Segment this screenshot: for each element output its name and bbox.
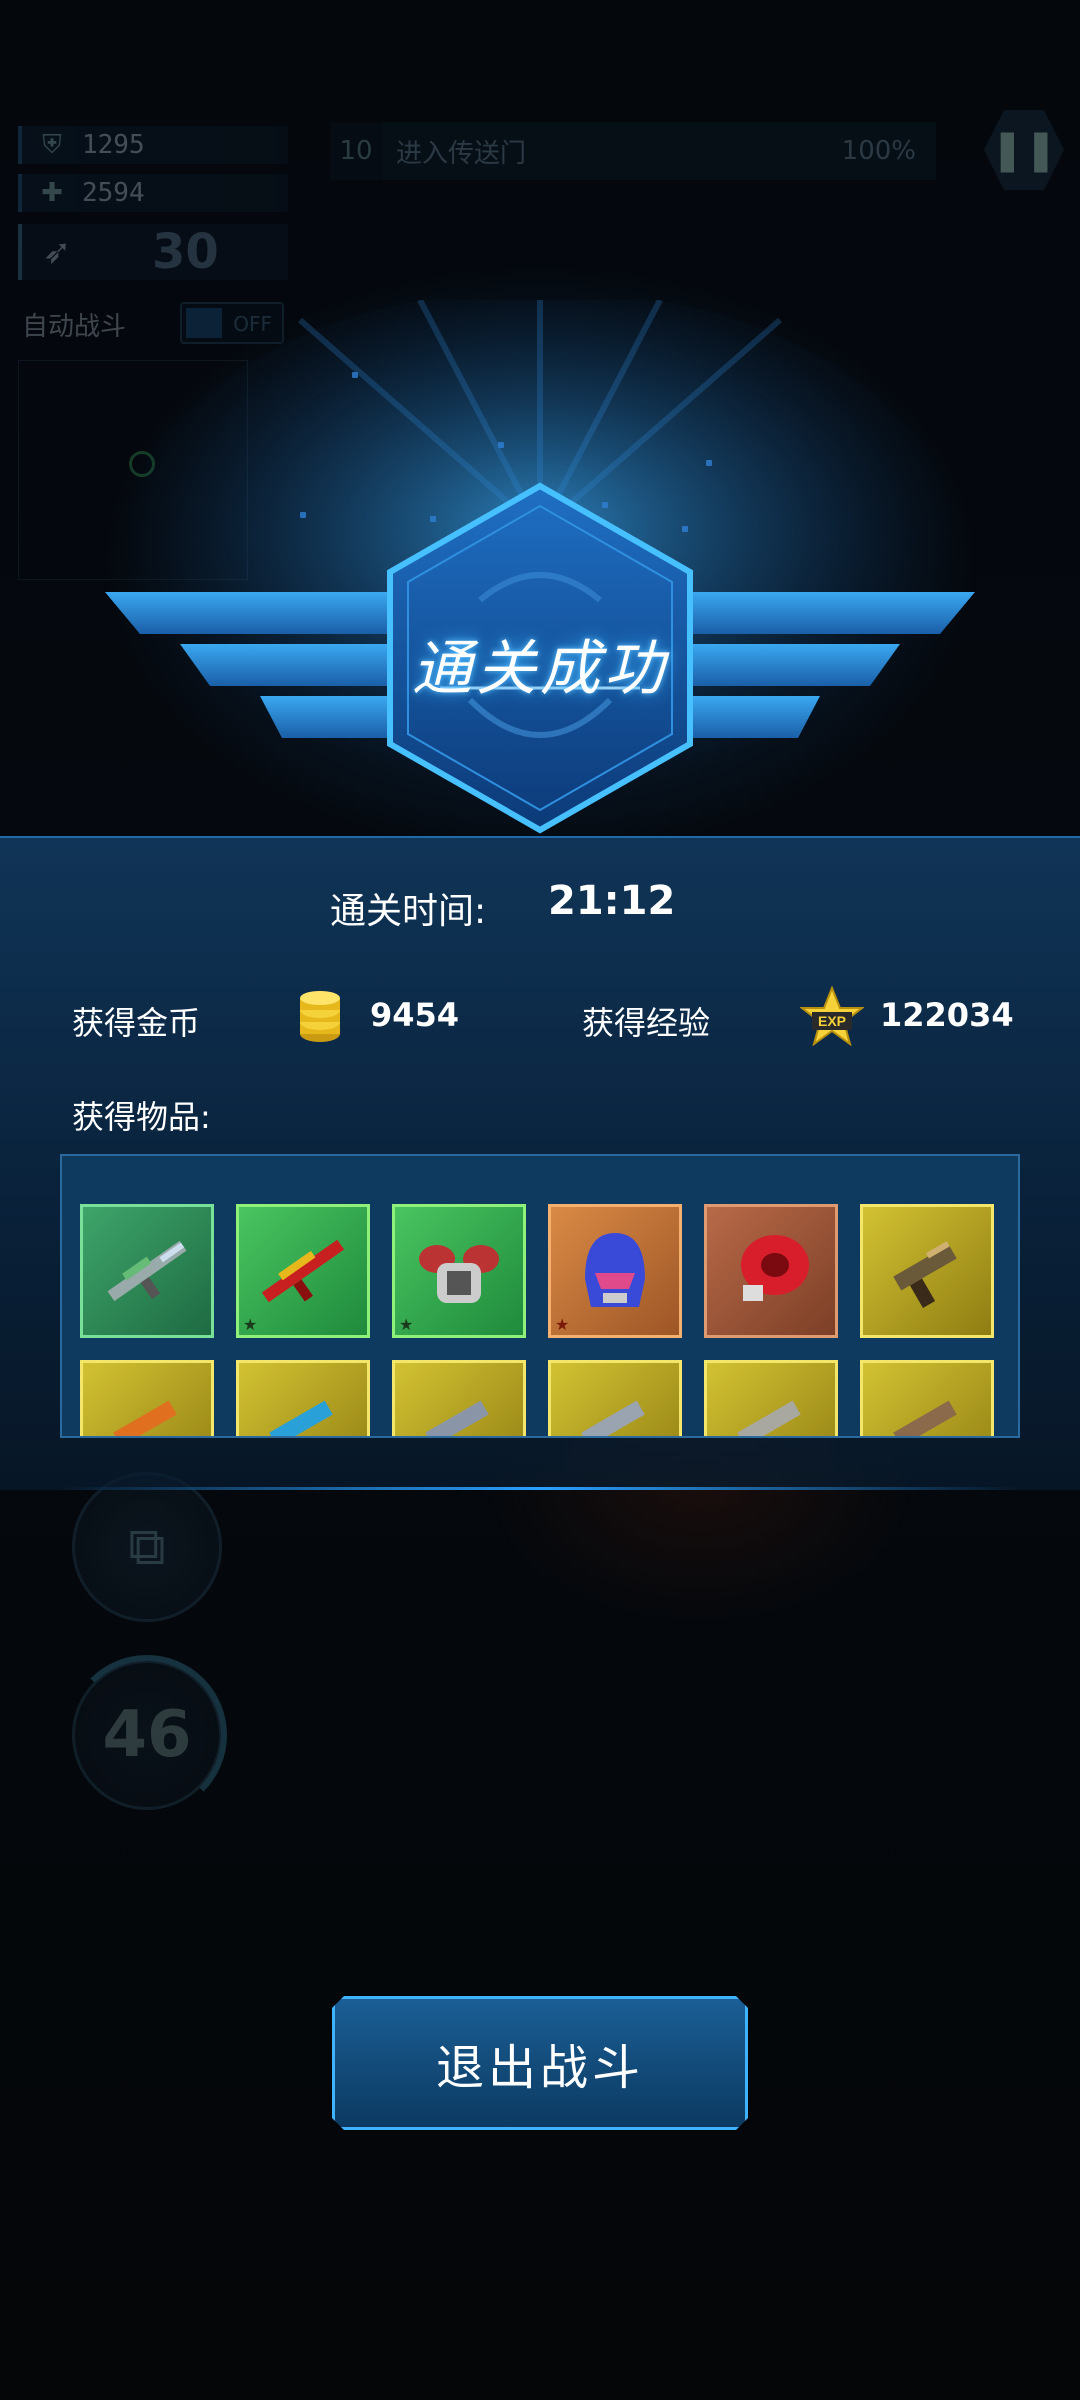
ammo-value: 30 [152, 224, 219, 280]
grenade-button[interactable]: 46 [67, 1655, 227, 1815]
exp-badge: EXP [818, 1013, 846, 1029]
victory-title: 通关成功 [412, 634, 668, 704]
item-silver-rifle[interactable] [704, 1360, 838, 1436]
gun-icon [113, 1400, 177, 1436]
helmet-icon [585, 1233, 645, 1307]
particle [430, 516, 436, 522]
ammo-bar: ➶ 30 [18, 224, 288, 280]
shield-icon: ⛨ [42, 129, 62, 160]
item-blue-gun[interactable] [236, 1360, 370, 1436]
star-icon: ★ [555, 1315, 570, 1334]
particle [352, 372, 358, 378]
armor-icon [419, 1245, 499, 1303]
item-red-shield-device[interactable] [704, 1204, 838, 1338]
gun-icon [425, 1400, 489, 1436]
particle [706, 460, 712, 466]
bullet-icon: ➶ [42, 232, 72, 272]
item-gray-rifle[interactable] [548, 1360, 682, 1436]
gun-icon [581, 1400, 645, 1436]
armor-value: 1295 [82, 130, 145, 160]
shield-device-icon [741, 1235, 809, 1301]
exp-star-icon: EXP [800, 986, 864, 1046]
item-blue-helmet[interactable]: ★ [548, 1204, 682, 1338]
exit-battle-button[interactable]: 退出战斗 [332, 1996, 748, 2130]
exit-battle-label: 退出战斗 [435, 2040, 644, 2096]
skill-button[interactable]: ⧉ [72, 1472, 222, 1622]
quest-progress: 100% [841, 136, 916, 166]
pistol-icon [893, 1241, 957, 1308]
assault-rifle-icon [107, 1240, 187, 1302]
star-icon: ★ [243, 1315, 258, 1334]
gun-icon [269, 1400, 333, 1436]
reward-items-grid[interactable]: ★ ★ ★ [60, 1154, 1020, 1438]
winged-hexagon-icon [105, 290, 975, 834]
clear-time-value: 21:12 [548, 878, 676, 924]
particle [300, 512, 306, 518]
star-icon: ★ [399, 1315, 414, 1334]
victory-emblem [0, 290, 1080, 860]
exp-label: 获得经验 [582, 1004, 711, 1042]
gold-coin-icon [300, 991, 340, 1042]
particle [682, 526, 688, 532]
quest-text: 进入传送门 [396, 138, 527, 169]
gun-icon [737, 1400, 801, 1436]
health-bar: ✚ 2594 [18, 174, 288, 212]
item-gray-gun[interactable] [392, 1360, 526, 1436]
clear-time-label: 通关时间: [330, 891, 487, 932]
armor-bar: ⛨ 1295 [18, 126, 288, 164]
item-gold-pistol[interactable] [860, 1204, 994, 1338]
item-orange-gun[interactable] [80, 1360, 214, 1436]
item-bronze-pistol[interactable] [860, 1360, 994, 1436]
pause-icon: ❚❚ [990, 127, 1058, 173]
quest-tracker: 10 进入传送门 100% [330, 122, 936, 180]
gun-icon [893, 1400, 957, 1436]
item-green-assault-rifle[interactable] [80, 1204, 214, 1338]
grenade-count: 46 [102, 1698, 192, 1772]
item-red-rifle[interactable]: ★ [236, 1204, 370, 1338]
gold-label: 获得金币 [72, 1004, 201, 1042]
particle [602, 502, 608, 508]
pause-button[interactable]: ❚❚ [984, 110, 1064, 190]
quest-number: 10 [330, 122, 382, 180]
device-icon: ⧉ [128, 1516, 166, 1577]
particle [498, 442, 504, 448]
rifle-icon [261, 1239, 345, 1303]
health-value: 2594 [82, 178, 145, 208]
items-label: 获得物品: [72, 1098, 211, 1136]
exp-value: 122034 [880, 996, 1014, 1034]
gold-value: 9454 [370, 996, 460, 1034]
health-icon: ✚ [41, 178, 63, 208]
item-chest-armor[interactable]: ★ [392, 1204, 526, 1338]
